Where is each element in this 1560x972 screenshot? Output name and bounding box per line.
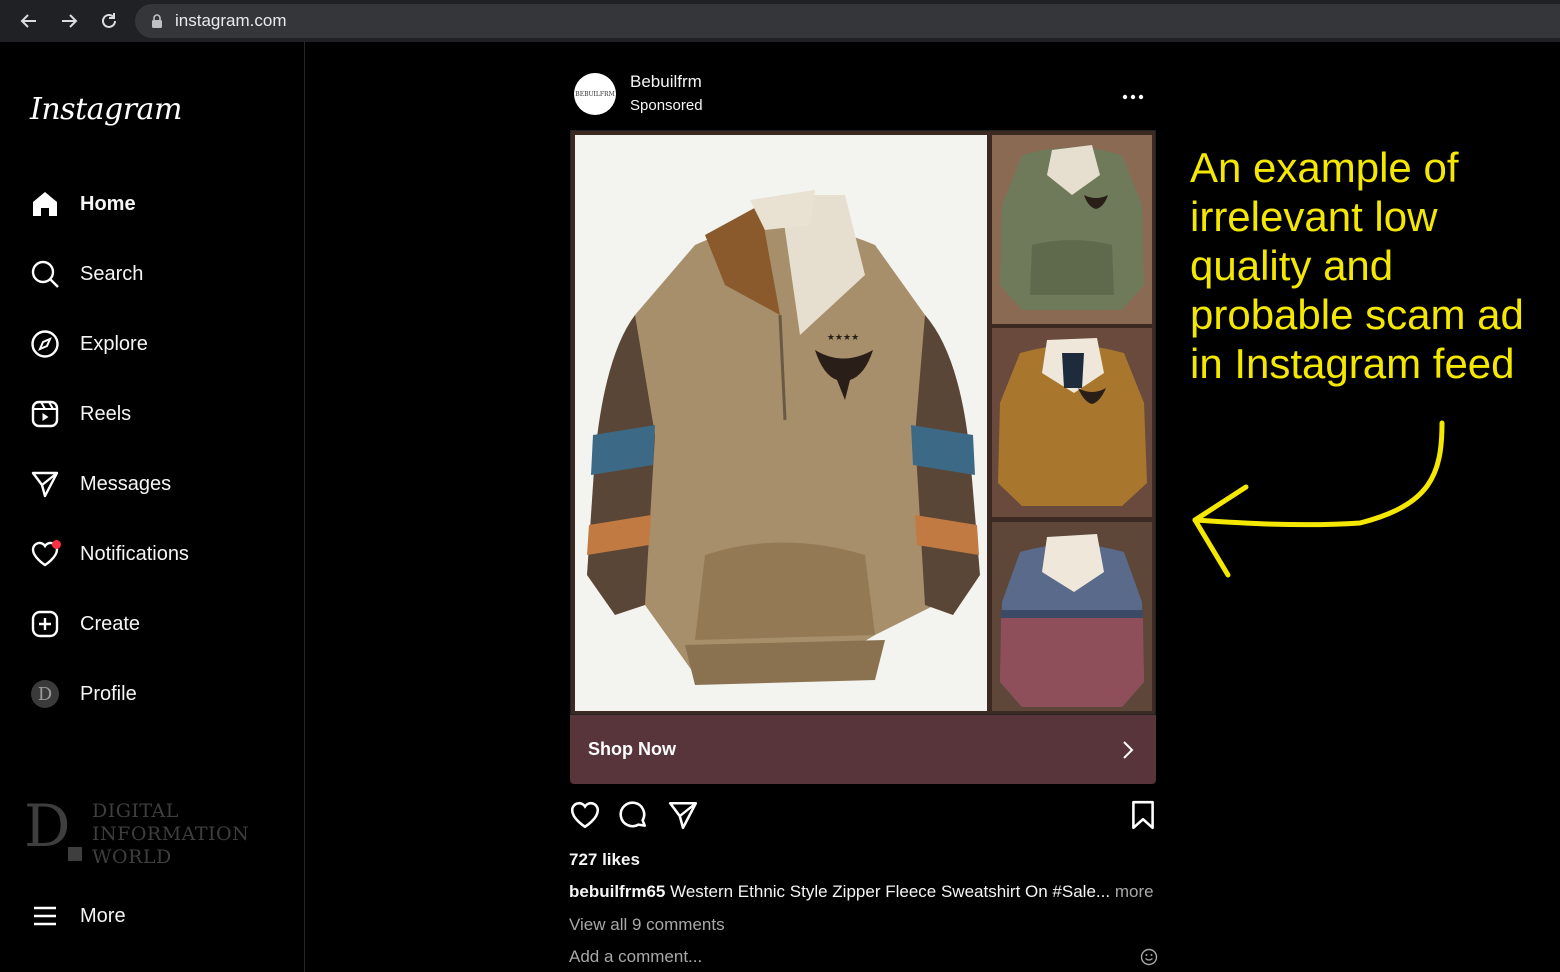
caption-username[interactable]: bebuilfrm65: [569, 882, 665, 901]
caption-text: Western Ethnic Style Zipper Fleece Sweat…: [670, 882, 1111, 901]
bookmark-icon[interactable]: [1126, 798, 1160, 832]
sidebar-item-label: Messages: [80, 472, 172, 495]
url-text: instagram.com: [175, 11, 287, 30]
post-username[interactable]: Bebuilfrm: [630, 72, 702, 92]
sidebar-item-notifications[interactable]: Notifications: [28, 530, 288, 578]
watermark-logo: D DIGITAL INFORMATION WORLD: [24, 797, 249, 869]
compass-icon: [28, 327, 62, 361]
sidebar-item-label: Explore: [80, 332, 148, 355]
product-image-thumb-red-blue: [992, 522, 1152, 711]
watermark-text: DIGITAL INFORMATION WORLD: [92, 800, 250, 868]
chevron-right-icon: [1118, 740, 1138, 760]
emoji-icon[interactable]: [1140, 948, 1158, 966]
more-options-icon[interactable]: [1122, 80, 1144, 106]
sidebar-item-label: Home: [80, 192, 136, 215]
avatar-icon: D: [28, 677, 62, 711]
annotation-arrow-icon: [1192, 420, 1445, 578]
product-image-main: ★★★★: [575, 135, 987, 711]
menu-icon: [28, 899, 62, 933]
post-media[interactable]: ★★★★: [570, 130, 1156, 715]
sidebar-item-create[interactable]: Create: [28, 600, 288, 648]
plus-square-icon: [28, 607, 62, 641]
profile-avatar: D: [31, 680, 59, 708]
comment-input[interactable]: [569, 947, 1159, 967]
browser-nav: [12, 4, 126, 38]
notification-badge: [52, 540, 61, 549]
forward-icon[interactable]: [52, 4, 86, 38]
sidebar-item-profile[interactable]: D Profile: [28, 670, 288, 718]
svg-text:★★★★: ★★★★: [827, 332, 859, 342]
sidebar-item-label: More: [80, 904, 126, 927]
shop-now-button[interactable]: Shop Now: [570, 715, 1156, 784]
sidebar-item-label: Reels: [80, 402, 132, 425]
lock-icon[interactable]: [151, 14, 163, 28]
search-icon: [28, 257, 62, 291]
sidebar-item-explore[interactable]: Explore: [28, 320, 288, 368]
like-icon[interactable]: [568, 798, 602, 832]
sidebar-item-label: Notifications: [80, 542, 189, 565]
address-bar[interactable]: instagram.com: [135, 4, 1560, 38]
share-icon[interactable]: [666, 798, 700, 832]
sidebar-item-home[interactable]: Home: [28, 180, 288, 228]
product-image-thumb-brown: [992, 328, 1152, 517]
instagram-logo[interactable]: Instagram: [30, 92, 182, 127]
heart-icon: [28, 537, 62, 571]
sidebar-item-label: Search: [80, 262, 144, 285]
product-image-thumb-green: [992, 135, 1152, 324]
send-icon: [28, 467, 62, 501]
likes-count[interactable]: 727 likes: [569, 850, 640, 870]
back-icon[interactable]: [12, 4, 46, 38]
sidebar-item-messages[interactable]: Messages: [28, 460, 288, 508]
shop-now-label: Shop Now: [588, 739, 676, 759]
sidebar-item-label: Create: [80, 612, 141, 635]
comment-icon[interactable]: [616, 798, 650, 832]
sidebar: Instagram Home Search Explore Reels Mess…: [0, 42, 305, 972]
post-avatar[interactable]: BEBUILFRM: [574, 73, 616, 115]
reload-icon[interactable]: [92, 4, 126, 38]
sidebar-item-label: Profile: [80, 682, 137, 705]
sponsored-label[interactable]: Sponsored: [630, 97, 703, 114]
annotation-text: An example of irrelevant low quality and…: [1190, 144, 1524, 387]
post-actions: [568, 798, 1158, 834]
browser-toolbar: instagram.com: [0, 0, 1560, 42]
view-comments-link[interactable]: View all 9 comments: [569, 915, 725, 935]
post-caption: bebuilfrm65 Western Ethnic Style Zipper …: [569, 882, 1154, 902]
sidebar-item-reels[interactable]: Reels: [28, 390, 288, 438]
reels-icon: [28, 397, 62, 431]
sidebar-item-search[interactable]: Search: [28, 250, 288, 298]
watermark-letter: D: [24, 797, 88, 863]
sidebar-item-more[interactable]: More: [28, 892, 288, 940]
home-icon: [28, 187, 62, 221]
post-header: BEBUILFRM Bebuilfrm Sponsored: [574, 70, 1156, 118]
caption-more-link[interactable]: more: [1115, 882, 1154, 901]
